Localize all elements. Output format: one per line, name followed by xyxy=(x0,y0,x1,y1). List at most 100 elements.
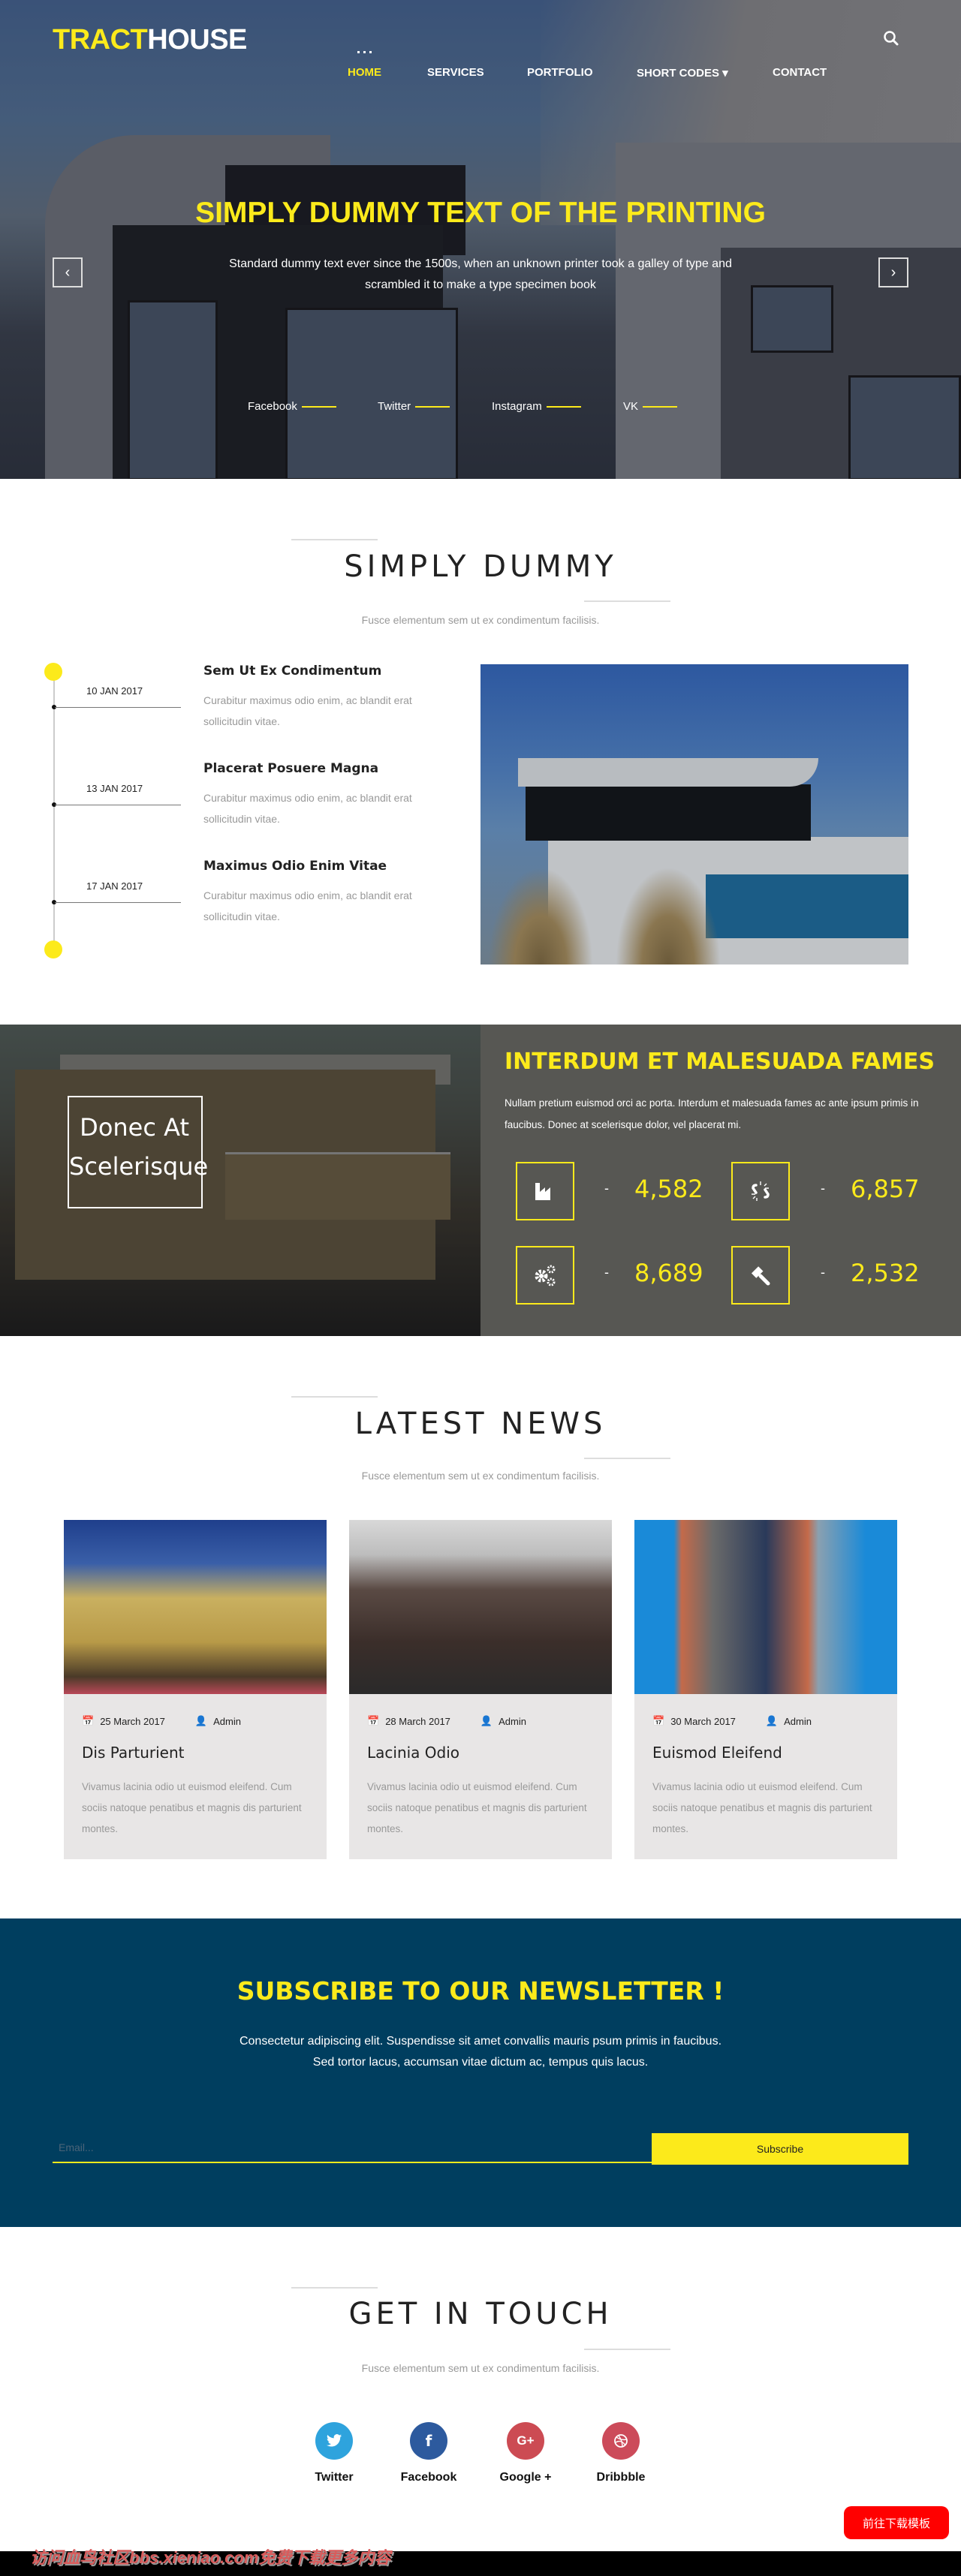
hero-slider: TRACTHOUSE HOME SERVICES PORTFOLIO SHORT… xyxy=(0,0,961,479)
timeline-connector xyxy=(55,902,181,903)
stat-dash: - xyxy=(821,1181,825,1196)
factory-icon xyxy=(535,1183,550,1200)
dribbble-label[interactable]: Dribbble xyxy=(576,2471,666,2484)
download-template-button[interactable]: 前往下载模板 xyxy=(844,2506,949,2539)
dribbble-button[interactable] xyxy=(602,2422,640,2460)
contact-subtitle: Fusce elementum sem ut ex condimentum fa… xyxy=(361,2362,600,2374)
timeline-date: 10 JAN 2017 xyxy=(86,685,143,697)
logo[interactable]: TRACTHOUSE xyxy=(53,24,247,56)
email-input[interactable] xyxy=(53,2133,653,2163)
stat-icon-box xyxy=(731,1246,790,1305)
stats-title: INTERDUM ET MALESUADA FAMES xyxy=(505,1049,935,1075)
stat-dash: - xyxy=(604,1265,609,1280)
facebook-button[interactable]: f xyxy=(410,2422,447,2460)
about-house-photo xyxy=(480,664,908,964)
stats-photo: Donec At Scelerisque xyxy=(0,1025,480,1336)
news-meta: 📅 28 March 2017 👤 Admin xyxy=(367,1715,526,1727)
news-card-image[interactable] xyxy=(634,1520,897,1694)
twitter-button[interactable] xyxy=(315,2422,353,2460)
newsletter-title: SUBSCRIBE TO OUR NEWSLETTER ! xyxy=(236,1976,725,2006)
news-title: LATEST NEWS xyxy=(354,1407,607,1441)
hero-subtitle: Standard dummy text ever since the 1500s… xyxy=(229,257,732,291)
timeline-title: Sem Ut Ex Condimentum xyxy=(203,664,382,679)
stat-value: 4,582 xyxy=(634,1175,703,1203)
news-card[interactable]: 📅 28 March 2017 👤 Admin Lacinia Odio Viv… xyxy=(349,1520,612,1859)
stat-value: 6,857 xyxy=(851,1175,920,1203)
news-title[interactable]: Dis Parturient xyxy=(82,1744,185,1762)
news-desc: Vivamus lacinia odio ut euismod eleifend… xyxy=(367,1781,587,1834)
nav-home[interactable]: HOME xyxy=(348,66,381,79)
photo-windows xyxy=(526,784,811,841)
watermark-text: 访问血鸟社区bbs.xieniao.com免费下载更多内容 xyxy=(30,2548,391,2567)
timeline-desc: Curabitur maximus odio enim, ac blandit … xyxy=(203,694,412,727)
heading-decoration xyxy=(291,539,378,540)
hero-social-twitter[interactable]: Twitter xyxy=(378,400,450,413)
hero-social-vk[interactable]: VK xyxy=(623,400,678,413)
contact-subtitle-wrap: Fusce elementum sem ut ex condimentum fa… xyxy=(0,2362,961,2374)
stats-panel: INTERDUM ET MALESUADA FAMES Nullam preti… xyxy=(480,1025,961,1336)
newsletter-line2: Sed tortor lacus, accumsan vitae dictum … xyxy=(312,2056,649,2069)
news-subtitle: Fusce elementum sem ut ex condimentum fa… xyxy=(361,1470,600,1482)
donec-box: Donec At Scelerisque xyxy=(68,1096,208,1208)
search-icon[interactable] xyxy=(883,30,899,46)
stat-value: 8,689 xyxy=(634,1259,703,1287)
about-subtitle: Fusce elementum sem ut ex condimentum fa… xyxy=(361,614,600,626)
nav-services[interactable]: SERVICES xyxy=(427,66,484,79)
nav-contact[interactable]: CONTACT xyxy=(773,66,827,79)
google-plus-button[interactable]: G+ xyxy=(507,2422,544,2460)
timeline-desc: Curabitur maximus odio enim, ac blandit … xyxy=(203,889,412,922)
news-author[interactable]: Admin xyxy=(784,1716,812,1727)
twitter-icon xyxy=(326,2434,342,2447)
hero-social-instagram[interactable]: Instagram xyxy=(492,400,581,413)
timeline-connector xyxy=(55,707,181,708)
facebook-label[interactable]: Facebook xyxy=(384,2471,474,2484)
contact-title: GET IN TOUCH xyxy=(348,2297,613,2331)
calendar-icon: 📅 xyxy=(367,1715,380,1726)
logo-part1: TRACT xyxy=(53,24,148,56)
timeline-date: 13 JAN 2017 xyxy=(86,783,143,794)
photo-palm xyxy=(616,867,721,964)
news-author[interactable]: Admin xyxy=(499,1716,526,1727)
gavel-icon xyxy=(751,1266,770,1286)
news-card[interactable]: 📅 25 March 2017 👤 Admin Dis Parturient V… xyxy=(64,1520,327,1859)
news-title[interactable]: Euismod Eleifend xyxy=(652,1744,782,1762)
google-plus-label[interactable]: Google + xyxy=(480,2471,571,2484)
accent-line xyxy=(415,405,450,408)
timeline-title: Maximus Odio Enim Vitae xyxy=(203,859,387,874)
news-date: 28 March 2017 xyxy=(385,1715,450,1727)
user-icon: 👤 xyxy=(765,1715,779,1726)
stat-dash: - xyxy=(821,1265,825,1280)
about-title: SIMPLY DUMMY xyxy=(344,549,617,584)
subscribe-button[interactable]: Subscribe xyxy=(652,2133,908,2165)
news-desc: Vivamus lacinia odio ut euismod eleifend… xyxy=(82,1781,302,1834)
news-meta: 📅 30 March 2017 👤 Admin xyxy=(652,1715,812,1727)
news-date: 25 March 2017 xyxy=(100,1715,165,1727)
hero-social-facebook[interactable]: Facebook xyxy=(248,400,336,413)
news-meta: 📅 25 March 2017 👤 Admin xyxy=(82,1715,241,1727)
stat-icon-box xyxy=(516,1246,574,1305)
news-date: 30 March 2017 xyxy=(670,1715,736,1727)
logo-part2: HOUSE xyxy=(147,24,247,56)
photo-roof xyxy=(518,758,818,787)
broken-link-icon xyxy=(752,1181,770,1201)
nav-portfolio[interactable]: PORTFOLIO xyxy=(527,66,593,79)
chevron-right-icon: › xyxy=(890,263,896,281)
user-icon: 👤 xyxy=(194,1715,208,1726)
slider-next-button[interactable]: › xyxy=(878,257,908,287)
about-subtitle-wrap: Fusce elementum sem ut ex condimentum fa… xyxy=(0,614,961,626)
twitter-label[interactable]: Twitter xyxy=(289,2471,379,2484)
social-label: Facebook xyxy=(248,400,297,413)
stat-dash: - xyxy=(604,1181,609,1196)
news-title[interactable]: Lacinia Odio xyxy=(367,1744,459,1762)
news-card[interactable]: 📅 30 March 2017 👤 Admin Euismod Eleifend… xyxy=(634,1520,897,1859)
news-card-image[interactable] xyxy=(64,1520,327,1694)
nav-short-codes[interactable]: SHORT CODES ▾ xyxy=(637,66,728,80)
accent-line xyxy=(301,405,336,408)
heading-decoration xyxy=(584,600,670,602)
news-subtitle-wrap: Fusce elementum sem ut ex condimentum fa… xyxy=(0,1470,961,1482)
heading-decoration xyxy=(291,1396,378,1398)
newsletter-section: SUBSCRIBE TO OUR NEWSLETTER ! Consectetu… xyxy=(0,1918,961,2227)
news-card-image[interactable] xyxy=(349,1520,612,1694)
slider-prev-button[interactable]: ‹ xyxy=(53,257,83,287)
news-author[interactable]: Admin xyxy=(213,1716,241,1727)
